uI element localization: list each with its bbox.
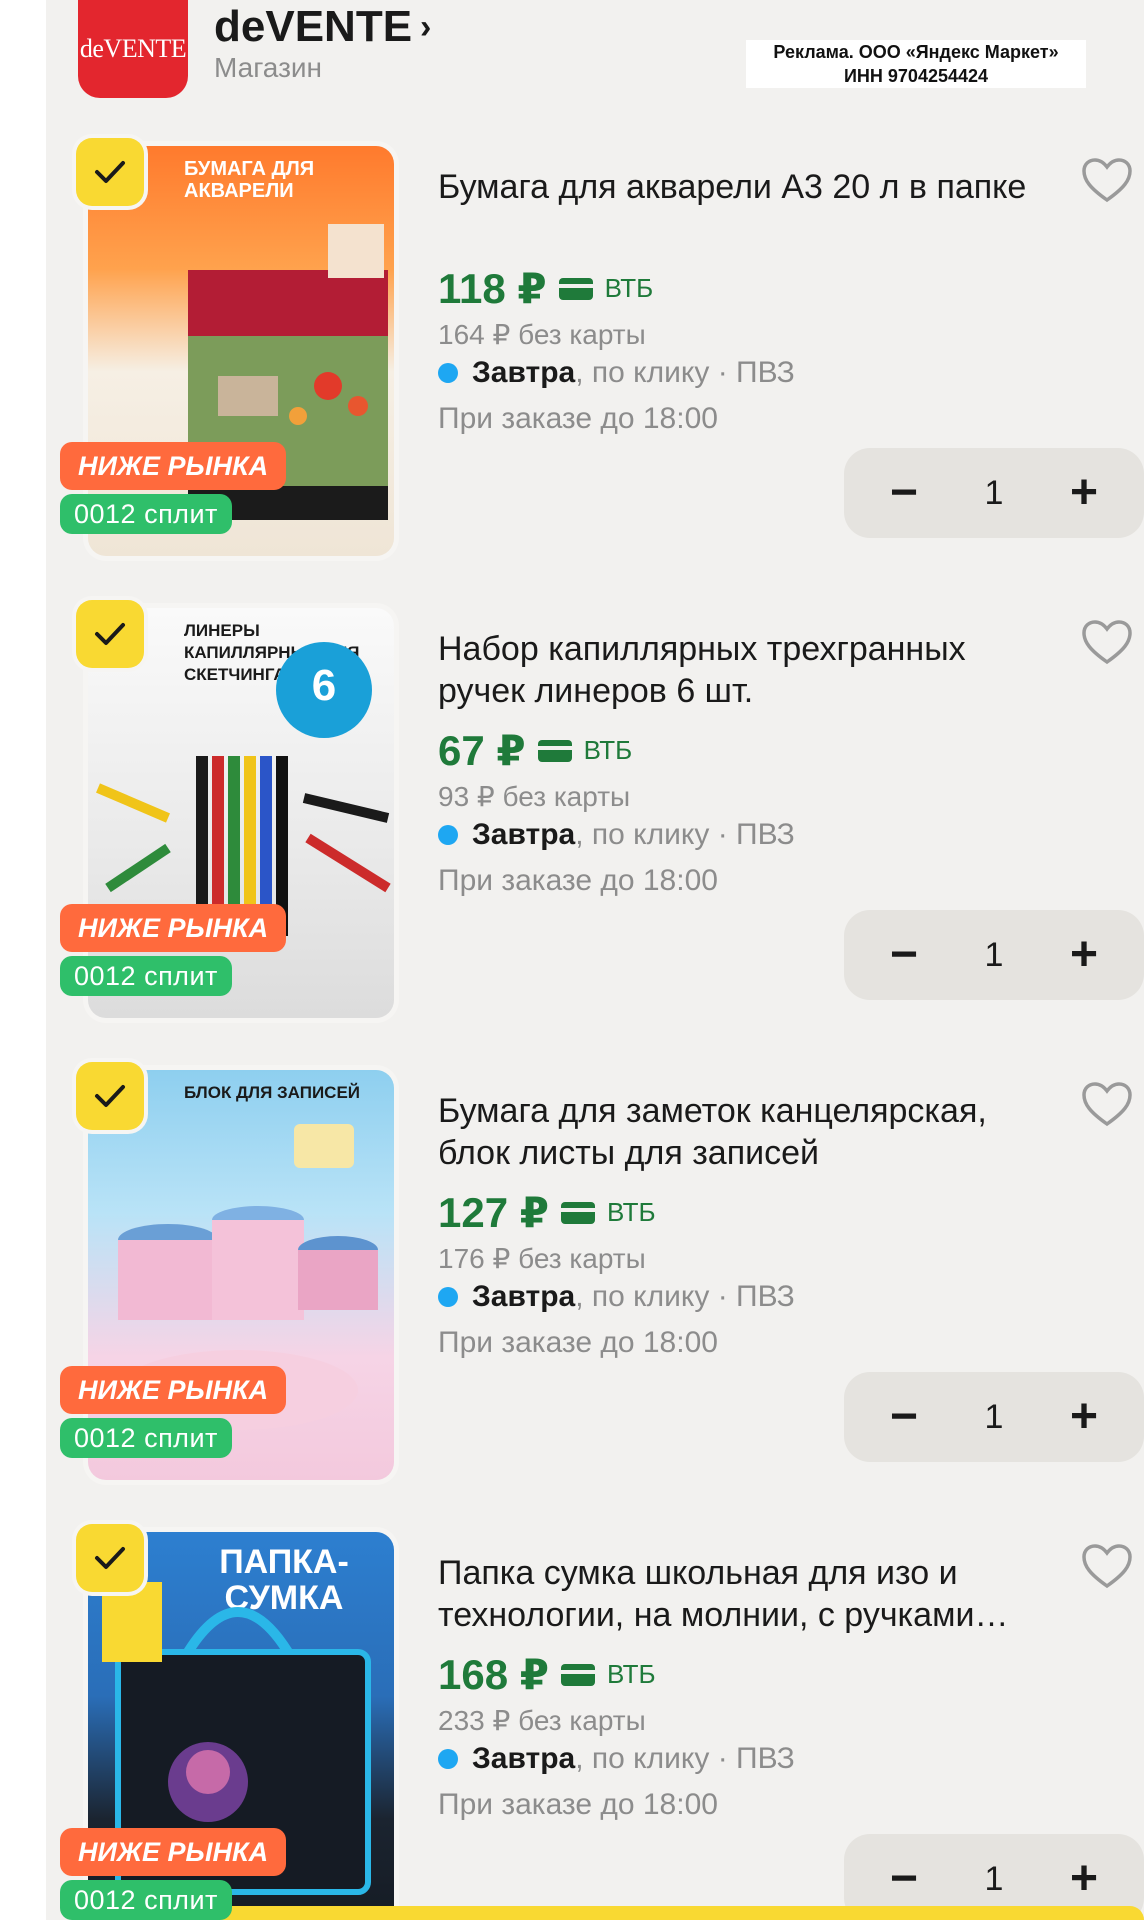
shop-name: deVENTE xyxy=(214,2,413,51)
svg-text:6: 6 xyxy=(312,661,336,710)
bank-name: ВТБ xyxy=(606,1197,656,1227)
bank-card-icon xyxy=(558,277,593,300)
check-icon xyxy=(95,1547,125,1569)
product-title[interactable]: Набор капиллярных трехгранных ручек лине… xyxy=(438,628,1038,712)
split-badge: 0012 сплит xyxy=(60,956,232,996)
shop-logo[interactable]: deVENTE xyxy=(78,0,188,98)
delivery-method: , по клику · ПВЗ xyxy=(575,356,795,389)
check-icon xyxy=(95,1085,125,1107)
bottom-action-bar[interactable] xyxy=(126,1906,1144,1920)
increase-button[interactable]: + xyxy=(1060,469,1108,517)
price-row: 127 ₽ ВТБ xyxy=(438,1188,656,1237)
delivery-day: Завтра xyxy=(472,356,576,389)
bank-name: ВТБ xyxy=(583,735,633,765)
quantity-value: 1 xyxy=(984,1859,1004,1898)
delivery-day: Завтра xyxy=(472,818,576,851)
order-deadline: При заказе до 18:00 xyxy=(438,1788,718,1821)
product-card[interactable]: ЛИНЕРЫ КАПИЛЛЯРНЫЕ ДЛЯ СКЕТЧИНГА 6 НИЖЕ … xyxy=(46,600,1144,1068)
delivery-dot-icon xyxy=(438,363,458,383)
order-deadline: При заказе до 18:00 xyxy=(438,402,718,435)
order-deadline: При заказе до 18:00 xyxy=(438,1326,718,1359)
bank-card-icon xyxy=(537,739,572,762)
bank-card-icon xyxy=(560,1663,595,1686)
price-without-card: 233 ₽ без карты xyxy=(438,1705,646,1736)
delivery-method: , по клику · ПВЗ xyxy=(575,1742,795,1775)
check-icon xyxy=(95,161,125,183)
delivery-dot-icon xyxy=(438,1749,458,1769)
delivery-info: Завтра, по клику · ПВЗ xyxy=(438,356,795,390)
selected-check-badge[interactable] xyxy=(76,1524,144,1592)
price-row: 118 ₽ ВТБ xyxy=(438,264,653,313)
price-row: 67 ₽ ВТБ xyxy=(438,726,632,775)
product-title[interactable]: Бумага для акварели А3 20 л в папке xyxy=(438,166,1038,208)
price-without-card: 93 ₽ без карты xyxy=(438,781,631,812)
favorite-heart-icon[interactable] xyxy=(1080,1542,1134,1592)
below-market-badge: НИЖЕ РЫНКА xyxy=(60,1828,287,1876)
delivery-method: , по клику · ПВЗ xyxy=(575,818,795,851)
product-title[interactable]: Папка сумка школьная для изо и технологи… xyxy=(438,1552,1038,1636)
price-with-card: 127 ₽ xyxy=(438,1189,549,1236)
price-with-card: 118 ₽ xyxy=(438,265,547,312)
product-card[interactable]: БЛОК ДЛЯ ЗАПИСЕЙ НИЖЕ РЫНКА 0012 сплит Б… xyxy=(46,1062,1144,1530)
shop-name-link[interactable]: deVENTE › xyxy=(214,2,431,52)
left-margin xyxy=(0,0,46,1920)
decrease-button[interactable]: − xyxy=(880,1855,928,1903)
product-card[interactable]: ПАПКА-СУМКА НИЖЕ РЫНКА 0012 сплит Папка … xyxy=(46,1524,1144,1920)
delivery-dot-icon xyxy=(438,825,458,845)
increase-button[interactable]: + xyxy=(1060,931,1108,979)
delivery-info: Завтра, по клику · ПВЗ xyxy=(438,1280,795,1314)
bank-name: ВТБ xyxy=(604,273,654,303)
selected-check-badge[interactable] xyxy=(76,138,144,206)
price-with-card: 67 ₽ xyxy=(438,727,526,774)
product-card[interactable]: БУМАГА ДЛЯ АКВАРЕЛИ НИЖЕ РЫНКА 0012 спли… xyxy=(46,138,1144,606)
split-badge: 0012 сплит xyxy=(60,1418,232,1458)
delivery-dot-icon xyxy=(438,1287,458,1307)
decrease-button[interactable]: − xyxy=(880,931,928,979)
delivery-day: Завтра xyxy=(472,1742,576,1775)
price-with-card: 168 ₽ xyxy=(438,1651,549,1698)
favorite-heart-icon[interactable] xyxy=(1080,1080,1134,1130)
bank-card-icon xyxy=(560,1201,595,1224)
decrease-button[interactable]: − xyxy=(880,1393,928,1441)
quantity-stepper[interactable]: − 1 + xyxy=(844,910,1144,1000)
check-icon xyxy=(95,623,125,645)
price-row: 168 ₽ ВТБ xyxy=(438,1650,656,1699)
below-market-badge: НИЖЕ РЫНКА xyxy=(60,442,287,490)
favorite-heart-icon[interactable] xyxy=(1080,156,1134,206)
delivery-info: Завтра, по клику · ПВЗ xyxy=(438,1742,795,1776)
delivery-info: Завтра, по клику · ПВЗ xyxy=(438,818,795,852)
price-without-card: 164 ₽ без карты xyxy=(438,319,646,350)
price-without-card: 176 ₽ без карты xyxy=(438,1243,646,1274)
bank-name: ВТБ xyxy=(606,1659,656,1689)
split-badge: 0012 сплит xyxy=(60,494,232,534)
quantity-value: 1 xyxy=(984,473,1004,512)
favorite-heart-icon[interactable] xyxy=(1080,618,1134,668)
increase-button[interactable]: + xyxy=(1060,1393,1108,1441)
ad-disclaimer: Реклама. ООО «Яндекс Маркет» ИНН 9704254… xyxy=(746,40,1086,88)
selected-check-badge[interactable] xyxy=(76,600,144,668)
chevron-right-icon: › xyxy=(420,7,432,46)
split-badge: 0012 сплит xyxy=(60,1880,232,1920)
ad-line-1: Реклама. ООО «Яндекс Маркет» xyxy=(773,42,1059,62)
delivery-method: , по клику · ПВЗ xyxy=(575,1280,795,1313)
quantity-stepper[interactable]: − 1 + xyxy=(844,448,1144,538)
increase-button[interactable]: + xyxy=(1060,1855,1108,1903)
shop-panel: deVENTE deVENTE › Магазин Реклама. ООО «… xyxy=(46,0,1144,1920)
product-title[interactable]: Бумага для заметок канцелярская, блок ли… xyxy=(438,1090,1038,1174)
below-market-badge: НИЖЕ РЫНКА xyxy=(60,904,287,952)
quantity-value: 1 xyxy=(984,1397,1004,1436)
quantity-value: 1 xyxy=(984,935,1004,974)
ad-line-2: ИНН 9704254424 xyxy=(843,66,989,86)
shop-subtitle: Магазин xyxy=(214,52,323,83)
delivery-day: Завтра xyxy=(472,1280,576,1313)
selected-check-badge[interactable] xyxy=(76,1062,144,1130)
quantity-stepper[interactable]: − 1 + xyxy=(844,1372,1144,1462)
order-deadline: При заказе до 18:00 xyxy=(438,864,718,897)
below-market-badge: НИЖЕ РЫНКА xyxy=(60,1366,287,1414)
decrease-button[interactable]: − xyxy=(880,469,928,517)
